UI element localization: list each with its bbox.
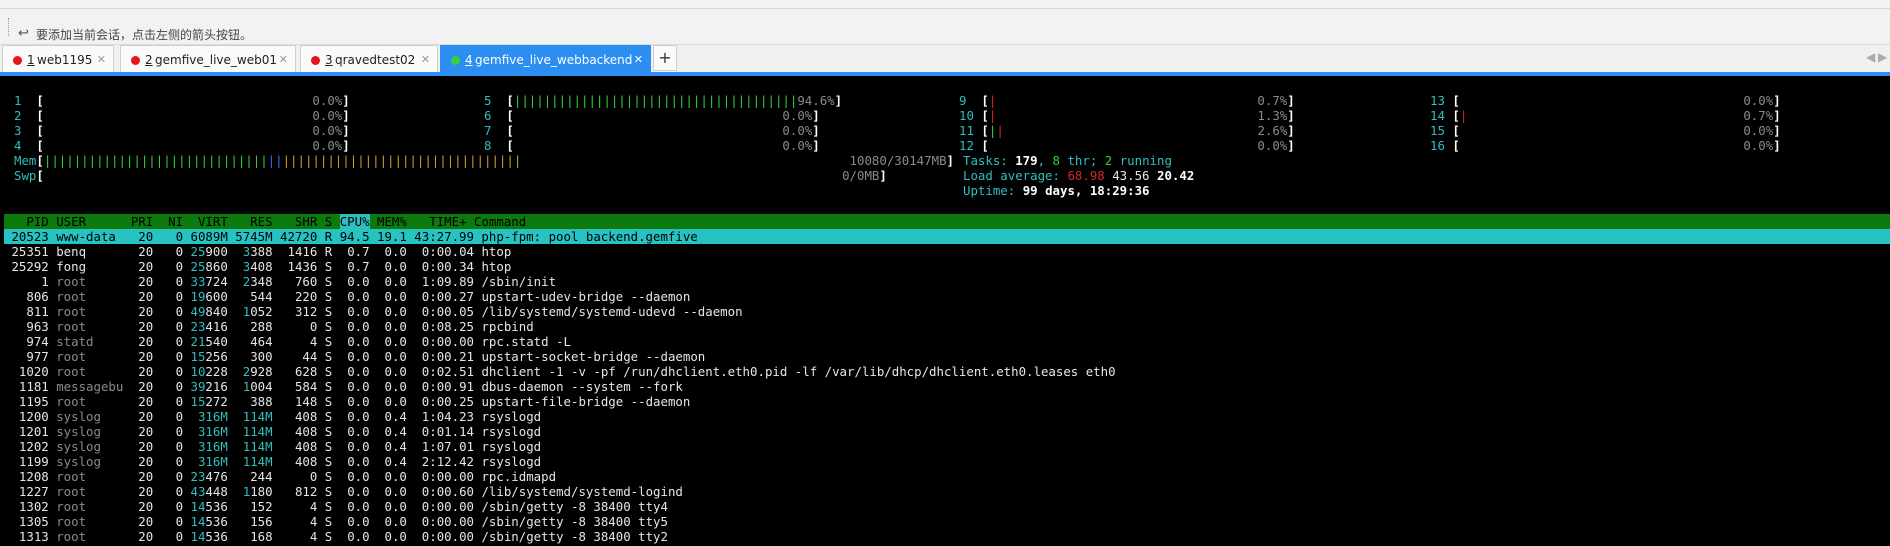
close-icon[interactable]: ✕	[421, 53, 430, 66]
process-row[interactable]: 25351 benq 20 0 25900 3388 1416 R 0.7 0.…	[4, 244, 511, 259]
process-row[interactable]: 1199 syslog 20 0 316M 114M 408 S 0.0 0.4…	[4, 454, 541, 469]
tab-number: 1	[27, 53, 35, 67]
session-info-bar: ↩ 要添加当前会话，点击左侧的箭头按钮。	[0, 9, 1890, 45]
status-green-icon	[451, 56, 460, 65]
process-row[interactable]: 1201 syslog 20 0 316M 114M 408 S 0.0 0.4…	[4, 424, 541, 439]
process-row[interactable]: 25292 fong 20 0 25860 3408 1436 S 0.7 0.…	[4, 259, 511, 274]
tab-web1195[interactable]: 1 web1195 ✕	[2, 45, 114, 73]
cpu-meter-11: 11 [|| 2.6%]	[959, 123, 1295, 138]
process-row[interactable]: 806 root 20 0 19600 544 220 S 0.0 0.0 0:…	[4, 289, 690, 304]
status-red-icon	[131, 56, 140, 65]
process-row[interactable]: 811 root 20 0 49840 1052 312 S 0.0 0.0 0…	[4, 304, 742, 319]
cpu-meter-8: 8 [ 0.0%]	[484, 138, 820, 153]
process-row[interactable]: 1200 syslog 20 0 316M 114M 408 S 0.0 0.4…	[4, 409, 541, 424]
process-row[interactable]: 1302 root 20 0 14536 152 4 S 0.0 0.0 0:0…	[4, 499, 668, 514]
cpu-meter-12: 12 [ 0.0%]	[959, 138, 1295, 153]
close-icon[interactable]: ✕	[279, 53, 288, 66]
cpu-meter-3: 3 [ 0.0%]	[14, 123, 350, 138]
process-row-selected[interactable]: 20523 www-data 20 0 6089M 5745M 42720 R …	[4, 229, 1890, 244]
scroll-left-icon[interactable]: ◀	[1866, 50, 1875, 64]
process-row[interactable]: 1202 syslog 20 0 316M 114M 408 S 0.0 0.4…	[4, 439, 541, 454]
cpu-meter-4: 4 [ 0.0%]	[14, 138, 350, 153]
cpu-meter-6: 6 [ 0.0%]	[484, 108, 820, 123]
process-row[interactable]: 1181 messagebu 20 0 39216 1004 584 S 0.0…	[4, 379, 683, 394]
tab-gemfive-live-webbackend[interactable]: 4 gemfive_live_webbackend ✕	[440, 45, 651, 73]
cpu-meter-1: 1 [ 0.0%]	[14, 93, 350, 108]
session-hint-text: 要添加当前会话，点击左侧的箭头按钮。	[36, 28, 253, 42]
cpu-meter-13: 13 [ 0.0%]	[1430, 93, 1781, 108]
add-tab-button[interactable]: +	[653, 45, 677, 71]
status-red-icon	[13, 56, 22, 65]
close-icon[interactable]: ✕	[97, 53, 106, 66]
tab-label: gemfive_live_web01	[155, 53, 277, 67]
window-top-edge	[0, 0, 1890, 9]
tab-label: web1195	[37, 53, 93, 67]
tab-qravedtest02[interactable]: 3 qravedtest02 ✕	[300, 45, 438, 73]
toolbar-grip[interactable]	[8, 18, 11, 36]
uptime: Uptime: 99 days, 18:29:36	[963, 183, 1150, 198]
cpu-meter-14: 14 [| 0.7%]	[1430, 108, 1781, 123]
tab-gemfive-live-web01[interactable]: 2 gemfive_live_web01 ✕	[120, 45, 296, 73]
cpu-meter-9: 9 [| 0.7%]	[959, 93, 1295, 108]
tab-label: gemfive_live_webbackend	[475, 53, 633, 67]
tab-label: qravedtest02	[335, 53, 416, 67]
process-row[interactable]: 963 root 20 0 23416 288 0 S 0.0 0.0 0:08…	[4, 319, 533, 334]
cpu-meter-2: 2 [ 0.0%]	[14, 108, 350, 123]
load-average: Load average: 68.98 43.56 20.42	[963, 168, 1195, 183]
cpu-meter-15: 15 [ 0.0%]	[1430, 123, 1781, 138]
tab-number: 2	[145, 53, 153, 67]
process-row[interactable]: 977 root 20 0 15256 300 44 S 0.0 0.0 0:0…	[4, 349, 705, 364]
swap-meter: Swp[ 0/0MB]	[14, 168, 887, 183]
tasks-summary: Tasks: 179, 8 thr; 2 running	[963, 153, 1172, 168]
cpu-meter-16: 16 [ 0.0%]	[1430, 138, 1781, 153]
process-row[interactable]: 1 root 20 0 33724 2348 760 S 0.0 0.0 1:0…	[4, 274, 556, 289]
session-add-icon[interactable]: ↩	[18, 26, 29, 41]
tab-number: 3	[325, 53, 333, 67]
cpu-meter-10: 10 [| 1.3%]	[959, 108, 1295, 123]
scroll-right-icon[interactable]: ▶	[1878, 50, 1887, 64]
process-row[interactable]: 1305 root 20 0 14536 156 4 S 0.0 0.0 0:0…	[4, 514, 668, 529]
terminal[interactable]: 1 [ 0.0%] 2 [ 0.0%] 3 [ 0.0%] 4 [ 0.0%] 5 [|…	[0, 76, 1890, 546]
process-row[interactable]: 1208 root 20 0 23476 244 0 S 0.0 0.0 0:0…	[4, 469, 556, 484]
tab-number: 4	[465, 53, 473, 67]
memory-meter: Mem[||||||||||||||||||||||||||||||||||||…	[14, 153, 954, 168]
cpu-meter-5: 5 [|||||||||||||||||||||||||||||||||||||…	[484, 93, 843, 108]
process-row[interactable]: 1227 root 20 0 43448 1180 812 S 0.0 0.0 …	[4, 484, 683, 499]
session-tab-bar: 1 web1195 ✕ 2 gemfive_live_web01 ✕ 3 qra…	[0, 45, 1890, 73]
process-list-header: PID USER PRI NI VIRT RES SHR S CPU% MEM%…	[4, 214, 1890, 229]
process-row[interactable]: 1195 root 20 0 15272 388 148 S 0.0 0.0 0…	[4, 394, 690, 409]
process-row[interactable]: 1313 root 20 0 14536 168 4 S 0.0 0.0 0:0…	[4, 529, 668, 544]
process-row[interactable]: 1020 root 20 0 10228 2928 628 S 0.0 0.0 …	[4, 364, 1116, 379]
close-icon[interactable]: ✕	[634, 53, 643, 66]
status-red-icon	[311, 56, 320, 65]
process-row[interactable]: 974 statd 20 0 21540 464 4 S 0.0 0.0 0:0…	[4, 334, 571, 349]
cpu-meter-7: 7 [ 0.0%]	[484, 123, 820, 138]
